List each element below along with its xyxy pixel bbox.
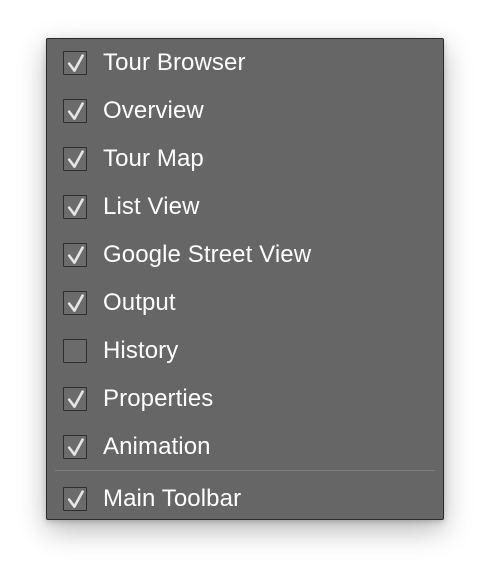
- checkmark-icon: [67, 490, 84, 508]
- menu-separator: [55, 470, 435, 471]
- menu-item-tour-map[interactable]: Tour Map: [47, 135, 443, 183]
- menu-item-label: Main Toolbar: [103, 485, 242, 512]
- checkmark-icon: [67, 294, 84, 312]
- menu-item-label: List View: [103, 193, 200, 220]
- checkbox[interactable]: [63, 243, 87, 267]
- menu-item-label: Overview: [103, 97, 204, 124]
- checkbox[interactable]: [63, 195, 87, 219]
- checkbox[interactable]: [63, 339, 87, 363]
- checkmark-icon: [67, 390, 84, 408]
- menu-item-google-street-view[interactable]: Google Street View: [47, 231, 443, 279]
- menu-item-label: Animation: [103, 433, 211, 460]
- menu-item-history[interactable]: History: [47, 327, 443, 375]
- menu-item-tour-browser[interactable]: Tour Browser: [47, 39, 443, 87]
- menu-item-label: Tour Browser: [103, 49, 246, 76]
- menu-item-output[interactable]: Output: [47, 279, 443, 327]
- checkbox[interactable]: [63, 99, 87, 123]
- checkbox[interactable]: [63, 51, 87, 75]
- menu-item-label: Properties: [103, 385, 214, 412]
- checkbox[interactable]: [63, 487, 87, 511]
- menu-item-properties[interactable]: Properties: [47, 375, 443, 423]
- menu-item-main-toolbar[interactable]: Main Toolbar: [47, 475, 443, 523]
- checkmark-icon: [67, 246, 84, 264]
- checkmark-icon: [67, 54, 84, 72]
- checkmark-icon: [67, 102, 84, 120]
- checkbox[interactable]: [63, 435, 87, 459]
- menu-item-label: Tour Map: [103, 145, 204, 172]
- view-panels-menu: Tour Browser Overview Tour Map List View…: [46, 38, 444, 520]
- menu-item-list-view[interactable]: List View: [47, 183, 443, 231]
- menu-item-label: Output: [103, 289, 176, 316]
- menu-item-animation[interactable]: Animation: [47, 423, 443, 471]
- checkbox[interactable]: [63, 387, 87, 411]
- menu-item-overview[interactable]: Overview: [47, 87, 443, 135]
- checkmark-icon: [67, 438, 84, 456]
- checkmark-icon: [67, 150, 84, 168]
- menu-item-label: History: [103, 337, 179, 364]
- checkbox[interactable]: [63, 291, 87, 315]
- checkbox[interactable]: [63, 147, 87, 171]
- menu-item-label: Google Street View: [103, 241, 312, 268]
- checkmark-icon: [67, 198, 84, 216]
